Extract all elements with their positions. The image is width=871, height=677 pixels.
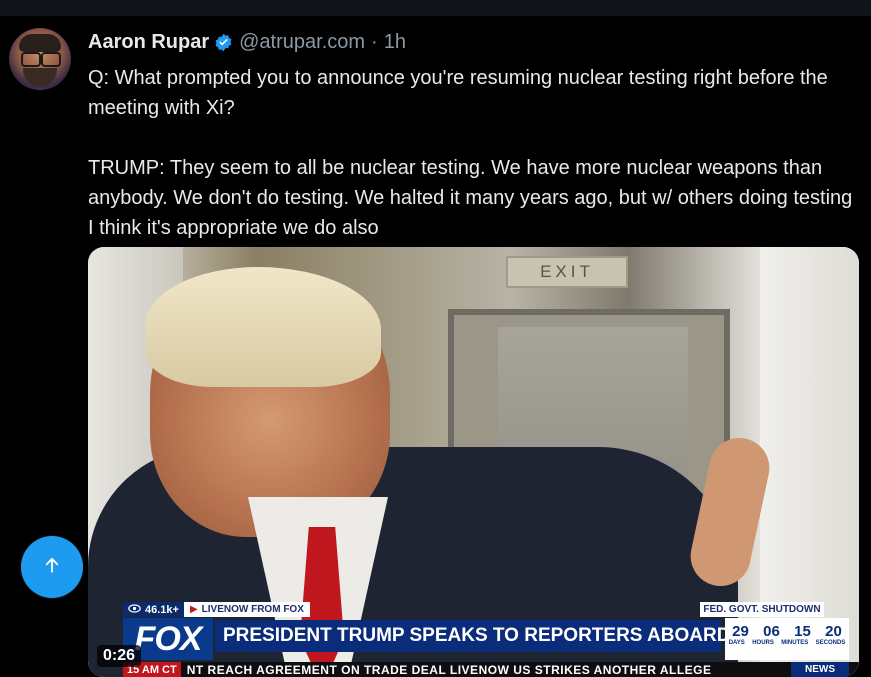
ticker-brand: NEWS xyxy=(791,662,849,677)
countdown-unit: HOURS xyxy=(752,640,774,646)
arrow-up-icon xyxy=(41,554,63,581)
avatar-glasses-left xyxy=(21,52,41,67)
viewer-count: 46.1k+ xyxy=(123,602,184,617)
video-scene-hair xyxy=(146,267,381,387)
countdown-label: FED. GOVT. SHUTDOWN xyxy=(700,602,824,617)
ticker-text: NT REACH AGREEMENT ON TRADE DEAL LIVENOW… xyxy=(186,662,712,677)
verified-badge-icon xyxy=(214,33,233,52)
avatar-beard xyxy=(23,68,57,86)
countdown-unit: DAYS xyxy=(728,640,745,646)
post-header: Aaron Rupar @atrupar.com · 1h xyxy=(88,29,406,55)
live-label-text: LIVENOW FROM FOX xyxy=(201,604,304,615)
separator-dot: · xyxy=(371,30,378,53)
post-time[interactable]: 1h xyxy=(384,31,406,54)
news-ticker: 15 AM CT NT REACH AGREEMENT ON TRADE DEA… xyxy=(123,662,859,677)
author-name[interactable]: Aaron Rupar xyxy=(88,31,209,54)
post-text: Q: What prompted you to announce you're … xyxy=(88,67,853,239)
exit-sign: EXIT xyxy=(506,256,628,288)
countdown-minutes: 15 xyxy=(794,623,811,640)
author-handle[interactable]: @atrupar.com xyxy=(239,31,365,54)
countdown-seconds: 20 xyxy=(825,623,842,640)
video-player[interactable]: EXIT 46.1k+ ▶ LIVENOW FROM FOX FED. GOVT… xyxy=(88,247,859,677)
countdown-days: 29 xyxy=(732,623,749,640)
countdown-hours: 06 xyxy=(763,623,780,640)
avatar-glasses-right xyxy=(41,52,61,67)
lower-third-top-row: 46.1k+ ▶ LIVENOW FROM FOX xyxy=(123,602,310,617)
viewer-count-value: 46.1k+ xyxy=(145,603,179,616)
video-duration: 0:26 xyxy=(97,645,142,667)
scroll-to-top-button[interactable] xyxy=(21,536,83,598)
eye-icon xyxy=(128,603,141,616)
top-bar xyxy=(0,0,871,16)
play-indicator-icon: ▶ xyxy=(189,604,198,615)
news-headline: PRESIDENT TRUMP SPEAKS TO REPORTERS ABOA… xyxy=(215,620,771,652)
avatar-hair xyxy=(19,34,61,52)
news-lower-third: 46.1k+ ▶ LIVENOW FROM FOX FED. GOVT. SHU… xyxy=(123,602,859,677)
avatar[interactable] xyxy=(9,28,71,90)
shutdown-countdown: 29 06 15 20 DAYS HOURS MINUTES SECONDS xyxy=(725,618,849,660)
countdown-unit: MINUTES xyxy=(781,640,809,646)
live-label: ▶ LIVENOW FROM FOX xyxy=(183,602,310,617)
countdown-unit: SECONDS xyxy=(815,640,846,646)
